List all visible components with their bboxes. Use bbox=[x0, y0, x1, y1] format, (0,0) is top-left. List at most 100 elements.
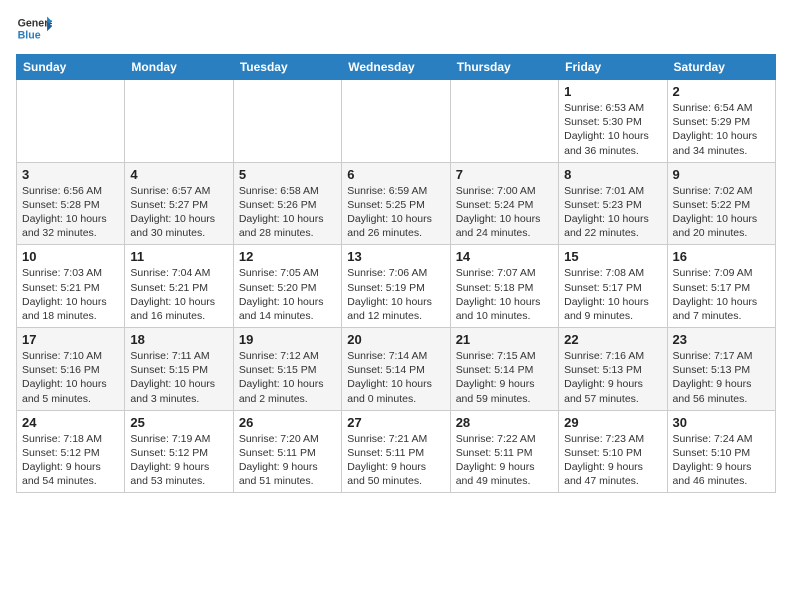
day-number: 15 bbox=[564, 249, 661, 264]
day-info: Sunrise: 7:16 AM Sunset: 5:13 PM Dayligh… bbox=[564, 349, 661, 406]
day-number: 12 bbox=[239, 249, 336, 264]
day-info: Sunrise: 7:14 AM Sunset: 5:14 PM Dayligh… bbox=[347, 349, 444, 406]
logo-icon: General Blue bbox=[16, 10, 52, 46]
calendar-cell: 7 Sunrise: 7:00 AM Sunset: 5:24 PM Daylig… bbox=[450, 162, 558, 245]
day-info: Sunrise: 7:17 AM Sunset: 5:13 PM Dayligh… bbox=[673, 349, 770, 406]
calendar-cell bbox=[233, 80, 341, 163]
day-info: Sunrise: 7:04 AM Sunset: 5:21 PM Dayligh… bbox=[130, 266, 227, 323]
calendar-cell: 24 Sunrise: 7:18 AM Sunset: 5:12 PM Dayli… bbox=[17, 410, 125, 493]
calendar-week-1: 1Sunrise: 6:53 AM Sunset: 5:30 PM Daylig… bbox=[17, 80, 776, 163]
weekday-header-thursday: Thursday bbox=[450, 55, 558, 80]
calendar-cell: 6 Sunrise: 6:59 AM Sunset: 5:25 PM Daylig… bbox=[342, 162, 450, 245]
calendar-cell: 20 Sunrise: 7:14 AM Sunset: 5:14 PM Dayli… bbox=[342, 328, 450, 411]
day-info: Sunrise: 7:22 AM Sunset: 5:11 PM Dayligh… bbox=[456, 432, 553, 489]
day-info: Sunrise: 7:21 AM Sunset: 5:11 PM Dayligh… bbox=[347, 432, 444, 489]
day-number: 13 bbox=[347, 249, 444, 264]
day-number: 16 bbox=[673, 249, 770, 264]
day-number: 20 bbox=[347, 332, 444, 347]
calendar-cell: 9 Sunrise: 7:02 AM Sunset: 5:22 PM Daylig… bbox=[667, 162, 775, 245]
day-number: 23 bbox=[673, 332, 770, 347]
calendar-cell: 22Sunrise: 7:16 AM Sunset: 5:13 PM Dayli… bbox=[559, 328, 667, 411]
calendar-cell: 26 Sunrise: 7:20 AM Sunset: 5:11 PM Dayli… bbox=[233, 410, 341, 493]
weekday-header-wednesday: Wednesday bbox=[342, 55, 450, 80]
day-number: 14 bbox=[456, 249, 553, 264]
calendar-cell: 30 Sunrise: 7:24 AM Sunset: 5:10 PM Dayli… bbox=[667, 410, 775, 493]
calendar-cell: 27 Sunrise: 7:21 AM Sunset: 5:11 PM Dayli… bbox=[342, 410, 450, 493]
calendar-cell bbox=[450, 80, 558, 163]
weekday-header-tuesday: Tuesday bbox=[233, 55, 341, 80]
calendar-week-3: 10 Sunrise: 7:03 AM Sunset: 5:21 PM Dayli… bbox=[17, 245, 776, 328]
calendar-cell: 4 Sunrise: 6:57 AM Sunset: 5:27 PM Daylig… bbox=[125, 162, 233, 245]
calendar-cell: 12 Sunrise: 7:05 AM Sunset: 5:20 PM Dayli… bbox=[233, 245, 341, 328]
calendar-cell: 11 Sunrise: 7:04 AM Sunset: 5:21 PM Dayli… bbox=[125, 245, 233, 328]
calendar-cell: 23 Sunrise: 7:17 AM Sunset: 5:13 PM Dayli… bbox=[667, 328, 775, 411]
calendar-cell: 19 Sunrise: 7:12 AM Sunset: 5:15 PM Dayli… bbox=[233, 328, 341, 411]
calendar-cell: 18 Sunrise: 7:11 AM Sunset: 5:15 PM Dayli… bbox=[125, 328, 233, 411]
day-number: 10 bbox=[22, 249, 119, 264]
day-info: Sunrise: 6:56 AM Sunset: 5:28 PM Dayligh… bbox=[22, 184, 119, 241]
day-info: Sunrise: 7:08 AM Sunset: 5:17 PM Dayligh… bbox=[564, 266, 661, 323]
day-info: Sunrise: 7:00 AM Sunset: 5:24 PM Dayligh… bbox=[456, 184, 553, 241]
day-info: Sunrise: 7:11 AM Sunset: 5:15 PM Dayligh… bbox=[130, 349, 227, 406]
day-number: 21 bbox=[456, 332, 553, 347]
day-info: Sunrise: 7:18 AM Sunset: 5:12 PM Dayligh… bbox=[22, 432, 119, 489]
calendar-cell: 15 Sunrise: 7:08 AM Sunset: 5:17 PM Dayli… bbox=[559, 245, 667, 328]
calendar-week-5: 24 Sunrise: 7:18 AM Sunset: 5:12 PM Dayli… bbox=[17, 410, 776, 493]
calendar-cell: 21Sunrise: 7:15 AM Sunset: 5:14 PM Dayli… bbox=[450, 328, 558, 411]
calendar-cell bbox=[342, 80, 450, 163]
calendar-cell bbox=[17, 80, 125, 163]
calendar-cell: 8Sunrise: 7:01 AM Sunset: 5:23 PM Daylig… bbox=[559, 162, 667, 245]
svg-text:Blue: Blue bbox=[18, 30, 41, 42]
day-number: 6 bbox=[347, 167, 444, 182]
day-number: 9 bbox=[673, 167, 770, 182]
day-info: Sunrise: 7:10 AM Sunset: 5:16 PM Dayligh… bbox=[22, 349, 119, 406]
calendar-cell: 17 Sunrise: 7:10 AM Sunset: 5:16 PM Dayli… bbox=[17, 328, 125, 411]
day-number: 19 bbox=[239, 332, 336, 347]
day-number: 26 bbox=[239, 415, 336, 430]
day-info: Sunrise: 7:12 AM Sunset: 5:15 PM Dayligh… bbox=[239, 349, 336, 406]
day-info: Sunrise: 7:05 AM Sunset: 5:20 PM Dayligh… bbox=[239, 266, 336, 323]
day-info: Sunrise: 7:03 AM Sunset: 5:21 PM Dayligh… bbox=[22, 266, 119, 323]
calendar-cell: 16 Sunrise: 7:09 AM Sunset: 5:17 PM Dayli… bbox=[667, 245, 775, 328]
calendar-cell: 2 Sunrise: 6:54 AM Sunset: 5:29 PM Daylig… bbox=[667, 80, 775, 163]
day-number: 18 bbox=[130, 332, 227, 347]
day-number: 27 bbox=[347, 415, 444, 430]
svg-text:General: General bbox=[18, 17, 52, 29]
day-number: 17 bbox=[22, 332, 119, 347]
calendar-cell: 13Sunrise: 7:06 AM Sunset: 5:19 PM Dayli… bbox=[342, 245, 450, 328]
day-info: Sunrise: 7:09 AM Sunset: 5:17 PM Dayligh… bbox=[673, 266, 770, 323]
day-info: Sunrise: 6:54 AM Sunset: 5:29 PM Dayligh… bbox=[673, 101, 770, 158]
day-info: Sunrise: 7:24 AM Sunset: 5:10 PM Dayligh… bbox=[673, 432, 770, 489]
calendar-cell: 28Sunrise: 7:22 AM Sunset: 5:11 PM Dayli… bbox=[450, 410, 558, 493]
day-number: 30 bbox=[673, 415, 770, 430]
day-info: Sunrise: 7:20 AM Sunset: 5:11 PM Dayligh… bbox=[239, 432, 336, 489]
day-number: 24 bbox=[22, 415, 119, 430]
day-info: Sunrise: 7:02 AM Sunset: 5:22 PM Dayligh… bbox=[673, 184, 770, 241]
day-number: 7 bbox=[456, 167, 553, 182]
calendar-header-row: SundayMondayTuesdayWednesdayThursdayFrid… bbox=[17, 55, 776, 80]
calendar-cell: 10 Sunrise: 7:03 AM Sunset: 5:21 PM Dayli… bbox=[17, 245, 125, 328]
day-number: 2 bbox=[673, 84, 770, 99]
calendar-cell: 1Sunrise: 6:53 AM Sunset: 5:30 PM Daylig… bbox=[559, 80, 667, 163]
day-info: Sunrise: 6:58 AM Sunset: 5:26 PM Dayligh… bbox=[239, 184, 336, 241]
day-info: Sunrise: 7:23 AM Sunset: 5:10 PM Dayligh… bbox=[564, 432, 661, 489]
day-info: Sunrise: 7:19 AM Sunset: 5:12 PM Dayligh… bbox=[130, 432, 227, 489]
weekday-header-friday: Friday bbox=[559, 55, 667, 80]
calendar-cell: 5 Sunrise: 6:58 AM Sunset: 5:26 PM Daylig… bbox=[233, 162, 341, 245]
calendar-cell: 25Sunrise: 7:19 AM Sunset: 5:12 PM Dayli… bbox=[125, 410, 233, 493]
day-info: Sunrise: 6:59 AM Sunset: 5:25 PM Dayligh… bbox=[347, 184, 444, 241]
day-number: 3 bbox=[22, 167, 119, 182]
day-number: 8 bbox=[564, 167, 661, 182]
day-number: 4 bbox=[130, 167, 227, 182]
calendar-cell: 29Sunrise: 7:23 AM Sunset: 5:10 PM Dayli… bbox=[559, 410, 667, 493]
weekday-header-monday: Monday bbox=[125, 55, 233, 80]
day-number: 5 bbox=[239, 167, 336, 182]
calendar-cell: 3 Sunrise: 6:56 AM Sunset: 5:28 PM Daylig… bbox=[17, 162, 125, 245]
calendar-week-2: 3 Sunrise: 6:56 AM Sunset: 5:28 PM Daylig… bbox=[17, 162, 776, 245]
page: General Blue SundayMondayTuesdayWednesda… bbox=[0, 0, 792, 509]
calendar-week-4: 17 Sunrise: 7:10 AM Sunset: 5:16 PM Dayli… bbox=[17, 328, 776, 411]
calendar-table: SundayMondayTuesdayWednesdayThursdayFrid… bbox=[16, 54, 776, 493]
day-number: 11 bbox=[130, 249, 227, 264]
day-info: Sunrise: 6:57 AM Sunset: 5:27 PM Dayligh… bbox=[130, 184, 227, 241]
weekday-header-sunday: Sunday bbox=[17, 55, 125, 80]
